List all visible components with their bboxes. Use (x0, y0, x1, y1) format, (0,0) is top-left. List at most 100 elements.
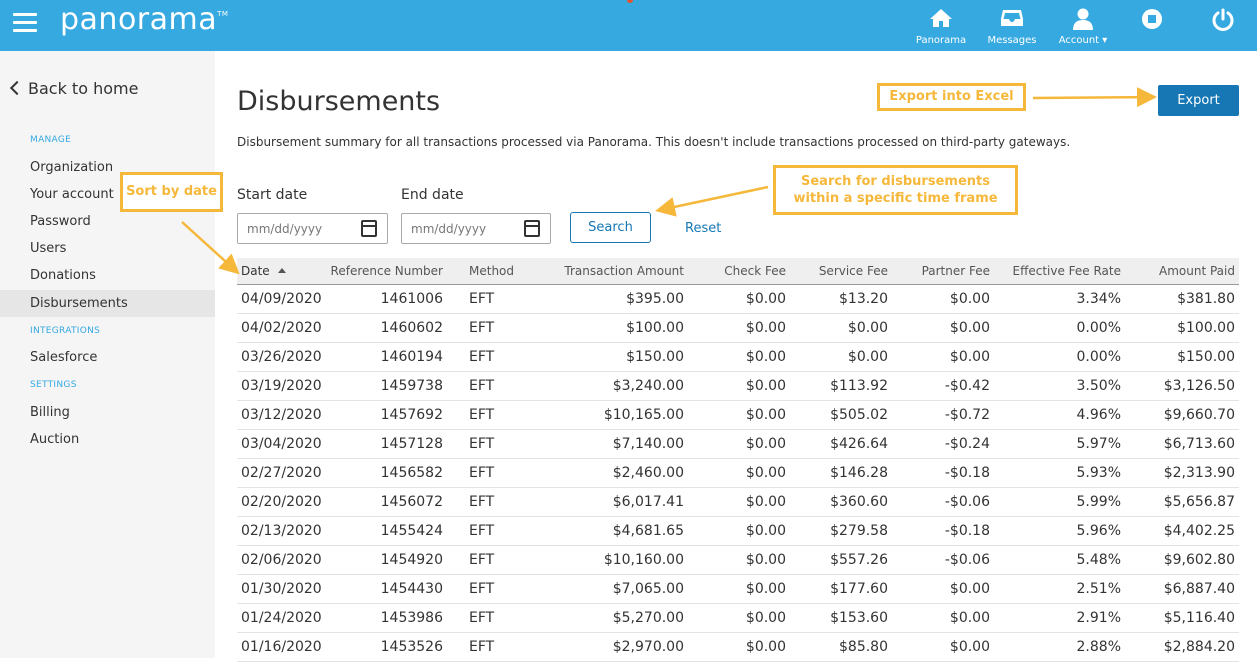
cell-reference-number: 1455424 (380, 523, 443, 539)
nav-stop[interactable] (1138, 0, 1166, 51)
cell-amount-paid: $9,660.70 (1163, 407, 1235, 423)
page-title: Disbursements (237, 86, 441, 117)
cell-method: EFT (469, 465, 495, 481)
annotation-sort-text: Sort by date (126, 184, 217, 199)
start-date-input[interactable]: mm/dd/yyyy (237, 213, 388, 244)
sidebar-item-auction[interactable]: Auction (30, 432, 79, 447)
cell-partner-fee: -$0.24 (944, 436, 990, 452)
column-header-partner-fee[interactable]: Partner Fee (922, 264, 990, 278)
cell-effective-fee-rate: 5.99% (1076, 494, 1121, 510)
reset-link[interactable]: Reset (685, 221, 721, 236)
sidebar-item-disbursements[interactable]: Disbursements (30, 296, 128, 311)
cell-check-fee: $0.00 (745, 291, 786, 307)
cell-date: 03/04/2020 (241, 436, 322, 452)
cell-date: 02/20/2020 (241, 494, 322, 510)
nav-panorama[interactable]: Panorama (913, 0, 969, 51)
cell-reference-number: 1456072 (380, 494, 443, 510)
cell-partner-fee: $0.00 (949, 581, 990, 597)
cell-reference-number: 1453986 (380, 610, 443, 626)
cell-method: EFT (469, 610, 495, 626)
sidebar-item-your-account[interactable]: Your account (30, 187, 114, 202)
end-date-input[interactable]: mm/dd/yyyy (401, 213, 551, 244)
cell-service-fee: $13.20 (839, 291, 888, 307)
cell-service-fee: $0.00 (847, 349, 888, 365)
cell-check-fee: $0.00 (745, 494, 786, 510)
table-row: 04/09/2020 1461006 EFT $395.00 $0.00 $13.20 $0… (237, 285, 1239, 314)
search-button[interactable]: Search (570, 212, 651, 243)
cell-amount-paid: $2,313.90 (1163, 465, 1235, 481)
cell-partner-fee: -$0.18 (944, 465, 990, 481)
section-heading-manage: MANAGE (30, 135, 72, 145)
cell-partner-fee: $0.00 (949, 291, 990, 307)
sidebar-item-salesforce[interactable]: Salesforce (30, 350, 97, 365)
page-description: Disbursement summary for all transaction… (237, 135, 1071, 149)
nav-messages[interactable]: Messages (985, 0, 1039, 51)
cell-reference-number: 1459738 (380, 378, 443, 394)
sidebar-item-billing[interactable]: Billing (30, 405, 70, 420)
end-date-placeholder: mm/dd/yyyy (411, 222, 487, 236)
calendar-icon[interactable] (361, 220, 377, 237)
cell-partner-fee: -$0.42 (944, 378, 990, 394)
nav-account[interactable]: Account ▾ (1055, 0, 1111, 51)
cell-effective-fee-rate: 3.34% (1076, 291, 1121, 307)
column-header-effective-fee-rate[interactable]: Effective Fee Rate (1012, 264, 1121, 278)
arrow-to-export (1032, 87, 1157, 108)
cell-date: 04/09/2020 (241, 291, 322, 307)
panorama-logo[interactable]: panoramaTM (60, 2, 228, 37)
cell-date: 02/06/2020 (241, 552, 322, 568)
cell-service-fee: $426.64 (830, 436, 888, 452)
cell-method: EFT (469, 581, 495, 597)
sidebar-item-organization[interactable]: Organization (30, 160, 113, 175)
annotation-search: Search for disbursements within a specif… (773, 165, 1018, 215)
cell-reference-number: 1460194 (380, 349, 443, 365)
cell-effective-fee-rate: 5.96% (1076, 523, 1121, 539)
column-header-service-fee[interactable]: Service Fee (819, 264, 888, 278)
cell-amount-paid: $100.00 (1177, 320, 1235, 336)
cell-reference-number: 1453526 (380, 639, 443, 655)
column-header-date[interactable]: Date (241, 264, 286, 278)
cell-method: EFT (469, 349, 495, 365)
hamburger-menu-icon[interactable] (13, 13, 37, 33)
cell-effective-fee-rate: 0.00% (1076, 349, 1121, 365)
cell-service-fee: $177.60 (830, 581, 888, 597)
back-to-home-link[interactable]: Back to home (9, 79, 138, 98)
sidebar-item-donations[interactable]: Donations (30, 268, 96, 283)
table-row: 04/02/2020 1460602 EFT $100.00 $0.00 $0.00 $0.… (237, 314, 1239, 343)
column-header-date-label: Date (241, 264, 270, 278)
cell-effective-fee-rate: 2.51% (1076, 581, 1121, 597)
column-header-transaction-amount[interactable]: Transaction Amount (564, 264, 684, 278)
cell-effective-fee-rate: 0.00% (1076, 320, 1121, 336)
cell-method: EFT (469, 407, 495, 423)
cell-date: 03/26/2020 (241, 349, 322, 365)
export-button[interactable]: Export (1158, 85, 1239, 116)
sidebar-item-password[interactable]: Password (30, 214, 91, 229)
cell-service-fee: $146.28 (830, 465, 888, 481)
cell-effective-fee-rate: 5.93% (1076, 465, 1121, 481)
cell-effective-fee-rate: 4.96% (1076, 407, 1121, 423)
column-header-check-fee[interactable]: Check Fee (724, 264, 786, 278)
annotation-export-text: Export into Excel (889, 89, 1014, 104)
cell-transaction-amount: $10,165.00 (603, 407, 684, 423)
calendar-icon[interactable] (524, 220, 540, 237)
cell-effective-fee-rate: 3.50% (1076, 378, 1121, 394)
cell-method: EFT (469, 320, 495, 336)
home-icon (930, 9, 952, 27)
cell-service-fee: $85.80 (839, 639, 888, 655)
cell-service-fee: $0.00 (847, 320, 888, 336)
column-header-reference[interactable]: Reference Number (331, 264, 443, 278)
nav-logout[interactable] (1208, 0, 1238, 51)
cell-service-fee: $360.60 (830, 494, 888, 510)
cell-partner-fee: -$0.72 (944, 407, 990, 423)
sidebar-item-users[interactable]: Users (30, 241, 66, 256)
cell-reference-number: 1457692 (380, 407, 443, 423)
cell-amount-paid: $5,116.40 (1163, 610, 1235, 626)
column-header-amount-paid[interactable]: Amount Paid (1159, 264, 1235, 278)
cell-amount-paid: $2,884.20 (1163, 639, 1235, 655)
start-date-label: Start date (237, 187, 308, 203)
sidebar: Back to home MANAGE Organization Your ac… (0, 51, 215, 658)
top-navigation-bar: panoramaTM Panorama Messages Account ▾ (0, 0, 1257, 51)
column-header-method[interactable]: Method (469, 264, 514, 278)
cell-partner-fee: $0.00 (949, 349, 990, 365)
cell-amount-paid: $150.00 (1177, 349, 1235, 365)
cell-effective-fee-rate: 5.97% (1076, 436, 1121, 452)
